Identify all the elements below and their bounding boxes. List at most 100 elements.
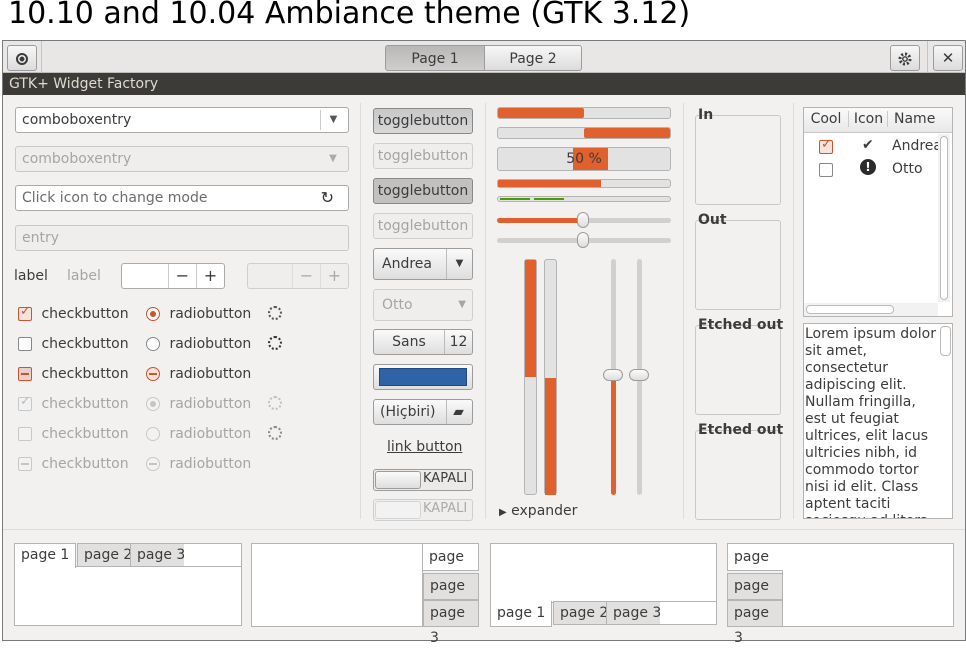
progress-text: 50 % bbox=[566, 151, 602, 167]
notebook-right bbox=[251, 543, 423, 627]
level-bar-discrete bbox=[497, 196, 671, 202]
column-header-icon[interactable]: Icon bbox=[850, 111, 888, 127]
notebook-left-tab-2[interactable]: page 2 bbox=[727, 573, 783, 619]
checkbox-checked-icon: ✓ bbox=[18, 394, 32, 411]
frame-etched-out-label: Etched out bbox=[698, 422, 784, 438]
table-row[interactable]: ! Otto bbox=[804, 159, 952, 181]
notebook-top bbox=[14, 566, 242, 626]
notebook-bottom-tab-3[interactable]: page 3 bbox=[606, 601, 669, 625]
scale-fill bbox=[611, 377, 616, 495]
notebook-left-tab-3[interactable]: page 3 bbox=[727, 600, 783, 646]
scale-horizontal-2[interactable] bbox=[497, 232, 671, 248]
notebook-right-tab-3[interactable]: page 3 bbox=[423, 600, 479, 646]
checkbutton-inconsistent[interactable]: checkbutton bbox=[18, 366, 129, 382]
scrollbar-thumb[interactable] bbox=[940, 326, 951, 356]
column-header-cool[interactable]: Cool bbox=[804, 111, 849, 127]
checkbutton-unchecked[interactable]: checkbutton bbox=[18, 336, 129, 352]
tab-page-2[interactable]: Page 2 bbox=[484, 45, 582, 71]
frame-in bbox=[695, 115, 781, 205]
checkbox-checked-icon[interactable]: ✓ bbox=[819, 137, 833, 154]
combo-dropdown-button[interactable]: ▼ bbox=[320, 110, 346, 130]
radiobutton-inconsistent[interactable]: radiobutton bbox=[146, 366, 251, 382]
link-button[interactable]: link button bbox=[387, 439, 462, 455]
switch-off[interactable]: KAPALI bbox=[373, 469, 473, 491]
combo-box-entry[interactable]: comboboxentry ▼ bbox=[15, 107, 349, 133]
radio-selected-icon bbox=[146, 397, 160, 411]
spin-minus-button[interactable]: − bbox=[168, 264, 196, 288]
scale-fill bbox=[497, 218, 584, 223]
spin-minus-button-disabled: − bbox=[292, 264, 320, 288]
notebook-right-tab-1[interactable]: page 1 bbox=[423, 543, 479, 591]
font-size: 12 bbox=[444, 330, 472, 354]
label: label bbox=[14, 268, 48, 284]
vertical-scrollbar[interactable] bbox=[938, 134, 950, 302]
checkbutton-label: checkbutton bbox=[41, 396, 129, 412]
scale-slider[interactable] bbox=[577, 212, 589, 228]
scale-slider[interactable] bbox=[577, 232, 589, 248]
checkbutton-unchecked-disabled: checkbutton bbox=[18, 426, 129, 442]
vertical-scale-2[interactable] bbox=[629, 259, 649, 495]
font-button[interactable]: Sans 12 bbox=[373, 329, 473, 355]
tree-view[interactable]: Cool Icon Name ✓ ✔ Andrea ! Otto bbox=[803, 107, 953, 317]
frame-out-label: Out bbox=[698, 212, 727, 228]
checkbutton-checked[interactable]: ✓ checkbutton bbox=[18, 304, 129, 322]
switch-off-disabled: KAPALI bbox=[373, 499, 473, 521]
scrollbar-thumb[interactable] bbox=[940, 136, 948, 300]
window-title: GTK+ Widget Factory bbox=[3, 73, 965, 95]
level-bar bbox=[497, 179, 671, 188]
table-row[interactable]: ✓ ✔ Andrea bbox=[804, 136, 952, 158]
combo-box-entry-disabled-text: comboboxentry bbox=[22, 151, 132, 167]
scrollbar-thumb[interactable] bbox=[806, 305, 894, 314]
radio-mixed-icon bbox=[146, 457, 160, 471]
togglebutton-pressed[interactable]: togglebutton bbox=[373, 178, 473, 204]
combo-andrea[interactable]: Andrea ▼ bbox=[373, 248, 473, 280]
color-button[interactable] bbox=[373, 364, 473, 390]
spin-button[interactable]: − + bbox=[121, 263, 225, 289]
close-button[interactable]: ✕ bbox=[933, 45, 963, 71]
vertical-level-fill bbox=[545, 378, 556, 495]
vertical-scale-1[interactable] bbox=[603, 259, 623, 495]
gear-icon bbox=[898, 52, 912, 65]
icon-entry[interactable]: Click icon to change mode ↻ bbox=[15, 185, 349, 211]
column-header-name[interactable]: Name bbox=[894, 111, 935, 127]
radio-unselected-icon bbox=[146, 337, 160, 351]
checkbox-mixed-icon bbox=[18, 367, 32, 381]
file-chooser-label: (Hiçbiri) bbox=[380, 404, 436, 420]
file-chooser-button[interactable]: (Hiçbiri) ▰ bbox=[373, 399, 473, 425]
radio-mixed-icon bbox=[146, 367, 160, 381]
combo-otto-value: Otto bbox=[382, 297, 413, 313]
scale-horizontal[interactable] bbox=[497, 212, 671, 228]
togglebutton-active[interactable]: togglebutton bbox=[373, 108, 473, 134]
spin-plus-button[interactable]: + bbox=[196, 264, 224, 288]
checkbox-unchecked-icon[interactable] bbox=[819, 163, 833, 177]
checkbutton-label: checkbutton bbox=[41, 306, 129, 322]
refresh-icon[interactable]: ↻ bbox=[321, 186, 334, 210]
color-swatch bbox=[379, 368, 467, 386]
scale-slider[interactable] bbox=[603, 369, 623, 381]
radiobutton-selected[interactable]: radiobutton bbox=[146, 306, 251, 322]
progress-fill bbox=[498, 108, 584, 118]
horizontal-scrollbar[interactable] bbox=[804, 303, 938, 316]
checkbutton-label: checkbutton bbox=[41, 336, 129, 352]
notebook-top-tab-1[interactable]: page 1 bbox=[14, 543, 77, 568]
text-view-content[interactable]: Lorem ipsum dolor sit amet, consectetur … bbox=[804, 324, 940, 518]
tab-page-1[interactable]: Page 1 bbox=[385, 45, 485, 71]
scale-slider[interactable] bbox=[629, 369, 649, 381]
radio-unselected-icon bbox=[146, 427, 160, 441]
notebook-top-tab-3[interactable]: page 3 bbox=[130, 543, 193, 567]
expander-label: expander bbox=[511, 503, 578, 519]
text-view[interactable]: Lorem ipsum dolor sit amet, consectetur … bbox=[803, 323, 953, 519]
expander[interactable]: ▶ expander bbox=[499, 503, 577, 519]
radiobutton-unselected[interactable]: radiobutton bbox=[146, 336, 251, 352]
record-icon bbox=[16, 52, 28, 65]
notebook-left-tab-1[interactable]: page 1 bbox=[727, 543, 783, 591]
row-name: Andrea bbox=[892, 138, 942, 154]
settings-button[interactable] bbox=[890, 45, 920, 71]
progress-bar-text: 50 % bbox=[497, 147, 671, 171]
checkbutton-checked-disabled: ✓ checkbutton bbox=[18, 394, 129, 412]
notebook-right-tab-2[interactable]: page 2 bbox=[423, 573, 479, 619]
notebook-left bbox=[782, 543, 954, 627]
notebook-bottom-tab-1[interactable]: page 1 bbox=[490, 601, 553, 627]
record-button[interactable] bbox=[7, 45, 37, 71]
combo-box-entry-text: comboboxentry bbox=[22, 112, 132, 128]
